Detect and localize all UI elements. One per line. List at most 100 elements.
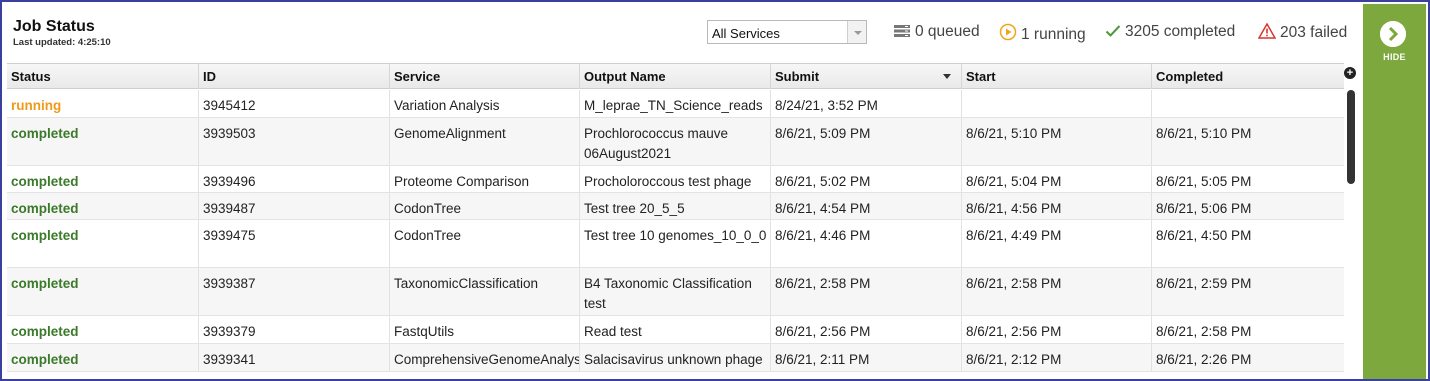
column-header-service[interactable]: Service xyxy=(389,64,579,89)
service-cell: TaxonomicClassification xyxy=(389,268,579,315)
service-cell: Variation Analysis xyxy=(389,90,579,117)
id-cell: 3939341 xyxy=(198,344,389,371)
status-cell: completed xyxy=(7,268,198,315)
start-cell: 8/6/21, 5:04 PM xyxy=(961,166,1151,192)
warning-icon xyxy=(1257,22,1277,44)
chevron-down-icon[interactable] xyxy=(847,21,866,43)
queued-label: 0 queued xyxy=(915,23,980,40)
submit-cell: 8/6/21, 4:54 PM xyxy=(770,193,961,219)
start-cell: 8/6/21, 2:56 PM xyxy=(961,316,1151,343)
check-icon xyxy=(1105,24,1121,43)
table-header: Status ID Service Output Name Submit Sta… xyxy=(7,63,1344,89)
table-row[interactable]: running 3945412 Variation Analysis M_leprae… xyxy=(7,90,1344,118)
output-name-cell: Test tree 10 genomes_10_0_0 xyxy=(579,220,770,267)
service-filter-value: All Services xyxy=(712,26,780,41)
service-cell: ComprehensiveGenomeAnalysis xyxy=(389,344,579,371)
submit-cell: 8/6/21, 2:11 PM xyxy=(770,344,961,371)
table-row[interactable]: completed 3939487 CodonTree Test tree 20_5_… xyxy=(7,193,1344,220)
status-cell: running xyxy=(7,90,198,117)
table-row[interactable]: completed 3939341 ComprehensiveGenomeAnaly… xyxy=(7,344,1344,372)
table-row[interactable]: completed 3939379 FastqUtils Read test 8/6/2… xyxy=(7,316,1344,344)
column-menu-icon[interactable]: + xyxy=(1344,67,1356,79)
service-cell: Proteome Comparison xyxy=(389,166,579,192)
failed-count[interactable]: 203 failed xyxy=(1257,22,1348,44)
completed-label: 3205 completed xyxy=(1125,23,1236,40)
table-row[interactable]: completed 3939387 TaxonomicClassification B… xyxy=(7,268,1344,316)
start-cell: 8/6/21, 2:12 PM xyxy=(961,344,1151,371)
submit-cell: 8/24/21, 3:52 PM xyxy=(770,90,961,117)
running-count[interactable]: 1 running xyxy=(999,23,1086,46)
column-header-submit-label: Submit xyxy=(775,69,820,84)
id-cell: 3939379 xyxy=(198,316,389,343)
service-cell: CodonTree xyxy=(389,193,579,219)
id-cell: 3939503 xyxy=(198,118,389,165)
completed-cell: 8/6/21, 5:05 PM xyxy=(1151,166,1344,192)
side-panel: HIDE xyxy=(1363,4,1426,379)
column-header-submit[interactable]: Submit xyxy=(770,64,961,89)
start-cell: 8/6/21, 5:10 PM xyxy=(961,118,1151,165)
status-cell: completed xyxy=(7,316,198,343)
completed-cell: 8/6/21, 2:58 PM xyxy=(1151,316,1344,343)
id-cell: 3939387 xyxy=(198,268,389,315)
sort-descending-icon xyxy=(943,74,951,79)
output-name-cell: Salacisavirus unknown phage xyxy=(579,344,770,371)
last-updated-label: Last updated: 4:25:10 xyxy=(13,37,111,48)
submit-cell: 8/6/21, 5:09 PM xyxy=(770,118,961,165)
column-header-id[interactable]: ID xyxy=(198,64,389,89)
job-status-panel: Job Status Last updated: 4:25:10 All Ser… xyxy=(0,0,1430,381)
start-cell xyxy=(961,90,1151,117)
table-row[interactable]: completed 3939475 CodonTree Test tree 10 ge… xyxy=(7,220,1344,268)
status-text: completed xyxy=(11,352,79,367)
jobs-table: Status ID Service Output Name Submit Sta… xyxy=(7,63,1360,377)
hide-button[interactable] xyxy=(1380,21,1406,47)
status-text: completed xyxy=(11,174,79,189)
id-cell: 3939475 xyxy=(198,220,389,267)
completed-count[interactable]: 3205 completed xyxy=(1105,23,1235,43)
status-cell: completed xyxy=(7,344,198,371)
column-header-completed[interactable]: Completed xyxy=(1151,64,1344,89)
table-row[interactable]: completed 3939496 Proteome Comparison Proch… xyxy=(7,166,1344,193)
play-circle-icon xyxy=(999,23,1017,46)
submit-cell: 8/6/21, 4:46 PM xyxy=(770,220,961,267)
status-cell: completed xyxy=(7,166,198,192)
scrollbar-thumb[interactable] xyxy=(1347,90,1355,184)
completed-cell: 8/6/21, 5:10 PM xyxy=(1151,118,1344,165)
output-name-cell: B4 Taxonomic Classification test xyxy=(579,268,770,315)
submit-cell: 8/6/21, 2:58 PM xyxy=(770,268,961,315)
id-cell: 3939487 xyxy=(198,193,389,219)
id-cell: 3945412 xyxy=(198,90,389,117)
completed-cell: 8/6/21, 4:50 PM xyxy=(1151,220,1344,267)
status-cell: completed xyxy=(7,118,198,165)
column-header-status[interactable]: Status xyxy=(7,64,198,89)
status-cell: completed xyxy=(7,193,198,219)
failed-label: 203 failed xyxy=(1280,24,1348,41)
service-filter-select[interactable]: All Services xyxy=(707,20,867,44)
status-text: completed xyxy=(11,201,79,216)
header: Job Status Last updated: 4:25:10 All Ser… xyxy=(4,4,1360,62)
status-text: running xyxy=(11,98,62,113)
status-cell: completed xyxy=(7,220,198,267)
start-cell: 8/6/21, 4:49 PM xyxy=(961,220,1151,267)
running-label: 1 running xyxy=(1021,26,1086,43)
status-text: completed xyxy=(11,228,79,243)
chevron-right-icon xyxy=(1380,21,1406,47)
completed-cell: 8/6/21, 2:26 PM xyxy=(1151,344,1344,371)
start-cell: 8/6/21, 4:56 PM xyxy=(961,193,1151,219)
output-name-cell: Prochlorococcus mauve 06August2021 xyxy=(579,118,770,165)
completed-cell: 8/6/21, 5:06 PM xyxy=(1151,193,1344,219)
column-header-output-name[interactable]: Output Name xyxy=(579,64,770,89)
hide-label[interactable]: HIDE xyxy=(1363,52,1426,62)
output-name-cell: M_leprae_TN_Science_reads xyxy=(579,90,770,117)
submit-cell: 8/6/21, 5:02 PM xyxy=(770,166,961,192)
vertical-scrollbar[interactable] xyxy=(1344,90,1360,377)
completed-cell: 8/6/21, 2:59 PM xyxy=(1151,268,1344,315)
output-name-cell: Test tree 20_5_5 xyxy=(579,193,770,219)
output-name-cell: Procholoroccous test phage xyxy=(579,166,770,192)
table-row[interactable]: completed 3939503 GenomeAlignment Prochloro… xyxy=(7,118,1344,166)
submit-cell: 8/6/21, 2:56 PM xyxy=(770,316,961,343)
status-text: completed xyxy=(11,126,79,141)
output-name-cell: Read test xyxy=(579,316,770,343)
start-cell: 8/6/21, 2:58 PM xyxy=(961,268,1151,315)
column-header-start[interactable]: Start xyxy=(961,64,1151,89)
queued-count[interactable]: 0 queued xyxy=(893,23,980,43)
